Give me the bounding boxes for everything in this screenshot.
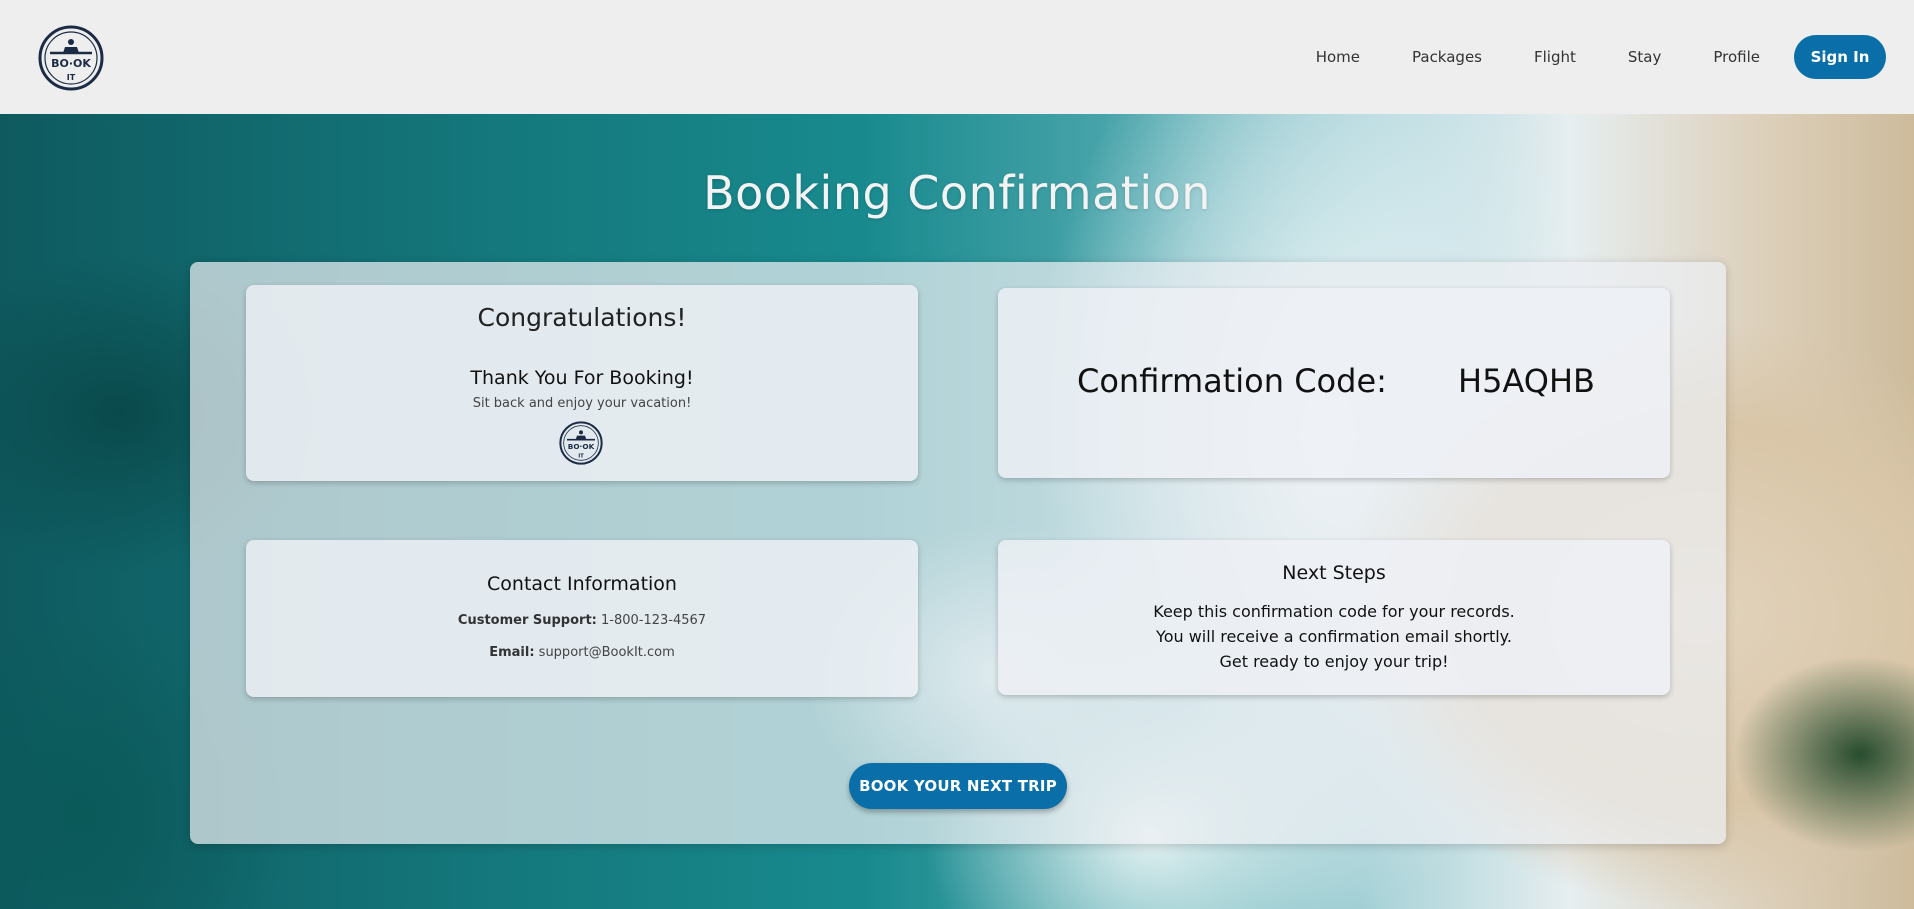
- confirmation-panel: Congratulations! Thank You For Booking! …: [190, 262, 1726, 844]
- page-title: Booking Confirmation: [703, 166, 1211, 220]
- contact-information-card: Contact Information Customer Support: 1-…: [246, 540, 918, 697]
- svg-text:BO·OK: BO·OK: [568, 442, 595, 451]
- bookit-logo-icon[interactable]: BO·OK IT: [38, 25, 104, 91]
- sign-in-button[interactable]: Sign In: [1794, 35, 1886, 79]
- main-nav: Home Packages Flight Stay Profile Sign I…: [1316, 35, 1886, 79]
- customer-support-phone: 1-800-123-4567: [601, 613, 707, 628]
- nav-home-link[interactable]: Home: [1316, 48, 1360, 66]
- top-navigation-bar: BO·OK IT Home Packages Flight Stay Profi…: [0, 0, 1914, 114]
- bookit-small-logo-icon: BO·OK IT: [559, 421, 603, 465]
- congratulations-card: Congratulations! Thank You For Booking! …: [246, 285, 918, 481]
- email-label: Email:: [489, 645, 535, 660]
- book-next-trip-button[interactable]: BOOK YOUR NEXT TRIP: [849, 763, 1067, 809]
- hero-beach-background: Booking Confirmation Congratulations! Th…: [0, 114, 1914, 909]
- enjoy-vacation-text: Sit back and enjoy your vacation!: [472, 396, 692, 411]
- svg-text:BO·OK: BO·OK: [51, 57, 91, 70]
- support-email: support@BookIt.com: [538, 645, 675, 660]
- next-step-item: Get ready to enjoy your trip!: [1219, 652, 1449, 671]
- customer-support-label: Customer Support:: [457, 613, 597, 628]
- next-step-item: Keep this confirmation code for your rec…: [1153, 602, 1515, 621]
- svg-text:IT: IT: [578, 454, 584, 460]
- next-steps-heading: Next Steps: [1282, 562, 1386, 584]
- contact-heading: Contact Information: [487, 573, 677, 595]
- next-steps-card: Next Steps Keep this confirmation code f…: [998, 540, 1670, 695]
- email-line: Email: support@BookIt.com: [246, 645, 918, 660]
- confirmation-code-value: H5AQHB: [1458, 362, 1595, 400]
- thank-you-text: Thank You For Booking!: [470, 367, 694, 389]
- next-step-item: You will receive a confirmation email sh…: [1156, 627, 1512, 646]
- congratulations-heading: Congratulations!: [477, 303, 687, 332]
- confirmation-code-card: Confirmation Code: H5AQHB: [998, 288, 1670, 478]
- nav-flight-link[interactable]: Flight: [1534, 48, 1576, 66]
- nav-stay-link[interactable]: Stay: [1628, 48, 1661, 66]
- confirmation-code-label: Confirmation Code:: [1077, 362, 1387, 400]
- svg-text:IT: IT: [67, 73, 76, 82]
- customer-support-line: Customer Support: 1-800-123-4567: [246, 613, 918, 628]
- nav-profile-link[interactable]: Profile: [1713, 48, 1760, 66]
- nav-packages-link[interactable]: Packages: [1412, 48, 1482, 66]
